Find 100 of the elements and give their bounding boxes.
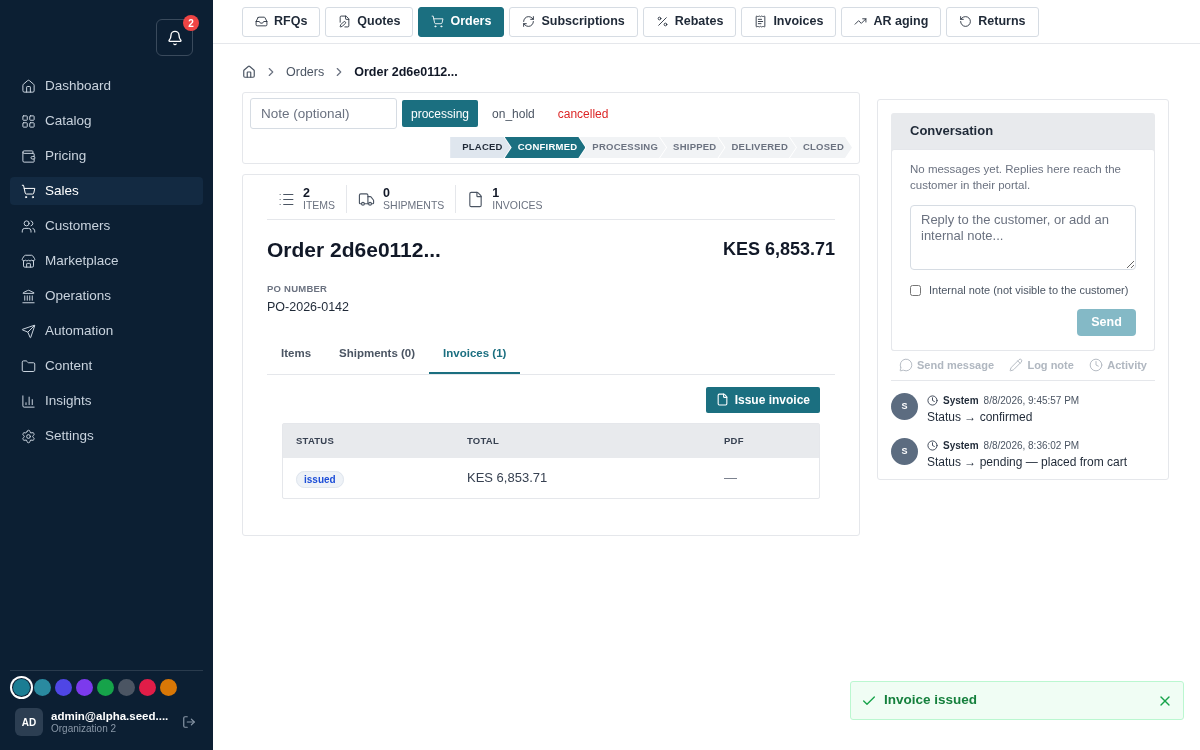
event-time: 8/8/2026, 8:36:02 PM bbox=[983, 439, 1080, 453]
module-tab[interactable]: Rebates bbox=[642, 6, 737, 37]
speech-bubble-icon bbox=[899, 357, 913, 372]
color-swatch[interactable] bbox=[34, 679, 51, 696]
color-swatch[interactable] bbox=[139, 679, 156, 696]
bell-icon bbox=[166, 29, 183, 46]
stat-label: ITEMS bbox=[303, 200, 336, 212]
event-text: Status → pending — placed from cart bbox=[927, 454, 1128, 471]
inbox-icon bbox=[255, 15, 268, 28]
organization-name: Organization 2 bbox=[51, 722, 118, 736]
column-header: STATUS bbox=[296, 433, 335, 448]
status-step: CLOSED bbox=[790, 137, 852, 158]
internal-note-checkbox[interactable] bbox=[910, 284, 921, 296]
refresh-icon bbox=[522, 15, 536, 28]
status-step: SHIPPED bbox=[660, 137, 725, 158]
module-tab[interactable]: Invoices bbox=[741, 6, 837, 37]
store-icon bbox=[21, 253, 36, 269]
nav-item[interactable]: Customers bbox=[10, 212, 203, 240]
user-email: admin@alpha.seed.... bbox=[51, 708, 170, 723]
users-icon bbox=[21, 218, 36, 234]
nav-item[interactable]: Content bbox=[10, 352, 203, 380]
line-chart-icon bbox=[854, 15, 868, 28]
pencil-icon bbox=[1009, 357, 1024, 372]
reply-field[interactable]: Reply to the customer, or add an internal note... bbox=[910, 205, 1136, 270]
color-swatch[interactable] bbox=[160, 679, 177, 696]
stat-value: 0 bbox=[383, 187, 392, 201]
conversation-title: Conversation bbox=[909, 122, 995, 141]
arrow-icon bbox=[21, 323, 36, 339]
module-tab[interactable]: Quotes bbox=[325, 6, 414, 37]
status-step: CONFIRMED bbox=[504, 137, 586, 158]
avatar: S bbox=[891, 393, 918, 420]
status-step: DELIVERED bbox=[718, 137, 796, 158]
module-tab[interactable]: Orders bbox=[418, 6, 505, 37]
nav-item[interactable]: Insights bbox=[10, 387, 203, 415]
table-cell-text: KES 6,853.71 bbox=[467, 468, 549, 487]
color-swatch[interactable] bbox=[55, 679, 72, 696]
column-header: PDF bbox=[724, 433, 745, 448]
event-author: System bbox=[943, 439, 979, 453]
module-tab[interactable]: AR aging bbox=[841, 6, 942, 37]
po-number-value: PO-2026-0142 bbox=[267, 298, 350, 316]
event-text: Status → confirmed bbox=[927, 409, 1034, 426]
event-time: 8/8/2026, 9:45:57 PM bbox=[983, 394, 1080, 408]
breadcrumb-item[interactable]: Orders bbox=[286, 62, 325, 82]
nav-item[interactable]: Operations bbox=[10, 282, 203, 310]
folder-icon bbox=[21, 358, 36, 374]
status-badge: issued bbox=[296, 470, 344, 488]
truck-icon bbox=[358, 190, 376, 208]
bar-chart-icon bbox=[21, 393, 36, 409]
status-action-button[interactable]: on_hold bbox=[483, 100, 544, 127]
nav-item[interactable]: Sales bbox=[10, 177, 203, 205]
status-step: PLACED bbox=[450, 137, 511, 158]
status-action-button[interactable]: processing bbox=[402, 100, 479, 127]
grid-icon bbox=[21, 113, 36, 129]
status-action-button[interactable]: cancelled bbox=[548, 100, 618, 127]
note-field[interactable]: Note (optional) bbox=[250, 98, 397, 129]
order-tab[interactable]: Shipments (0) bbox=[325, 334, 430, 374]
receipt-icon bbox=[754, 15, 768, 28]
stat-value: 2 bbox=[303, 187, 311, 201]
issue-invoice-button[interactable]: Issue invoice bbox=[705, 386, 820, 413]
module-tab[interactable]: Returns bbox=[946, 6, 1039, 37]
undo-icon bbox=[959, 15, 973, 28]
logout-icon bbox=[182, 715, 196, 729]
breadcrumb-item: Order 2d6e0112... bbox=[354, 63, 458, 81]
column-header: TOTAL bbox=[467, 433, 500, 448]
module-tab[interactable]: Subscriptions bbox=[509, 6, 638, 37]
nav-item[interactable]: Pricing bbox=[10, 142, 203, 170]
nav-item[interactable]: Marketplace bbox=[10, 247, 203, 275]
nav-item[interactable]: Settings bbox=[10, 422, 203, 450]
nav-item[interactable]: Dashboard bbox=[10, 72, 203, 100]
clock-icon bbox=[927, 395, 938, 406]
home-icon bbox=[21, 78, 36, 94]
color-swatch[interactable] bbox=[76, 679, 93, 696]
order-title: Order 2d6e0112... bbox=[267, 237, 441, 264]
clock-icon bbox=[1089, 357, 1104, 372]
table-cell-text: — bbox=[724, 468, 738, 487]
logout-button[interactable] bbox=[180, 713, 198, 731]
building-icon bbox=[21, 288, 36, 304]
color-swatch[interactable] bbox=[13, 679, 30, 696]
stat-label: INVOICES bbox=[492, 200, 543, 212]
order-tab[interactable]: Items bbox=[267, 334, 326, 374]
nav-item[interactable]: Catalog bbox=[10, 107, 203, 135]
order-tab[interactable]: Invoices (1) bbox=[429, 334, 521, 374]
color-swatch[interactable] bbox=[118, 679, 135, 696]
order-total: KES 6,853.71 bbox=[722, 238, 835, 262]
notification-badge: 2 bbox=[183, 15, 199, 31]
home-icon[interactable] bbox=[242, 65, 256, 79]
settings-icon bbox=[21, 428, 36, 444]
document-icon bbox=[467, 190, 485, 208]
document-pen-icon bbox=[338, 15, 352, 28]
wallet-icon bbox=[21, 148, 36, 164]
nav-item[interactable]: Automation bbox=[10, 317, 203, 345]
module-tab[interactable]: RFQs bbox=[242, 6, 321, 37]
percent-icon bbox=[655, 15, 669, 28]
toast-message: Invoice issued bbox=[884, 691, 979, 710]
stat-label: SHIPMENTS bbox=[383, 200, 445, 212]
user-avatar: AD bbox=[15, 708, 43, 736]
stat-value: 1 bbox=[492, 187, 501, 201]
color-swatch[interactable] bbox=[97, 679, 114, 696]
clock-icon bbox=[927, 440, 938, 451]
event-author: System bbox=[943, 394, 979, 408]
